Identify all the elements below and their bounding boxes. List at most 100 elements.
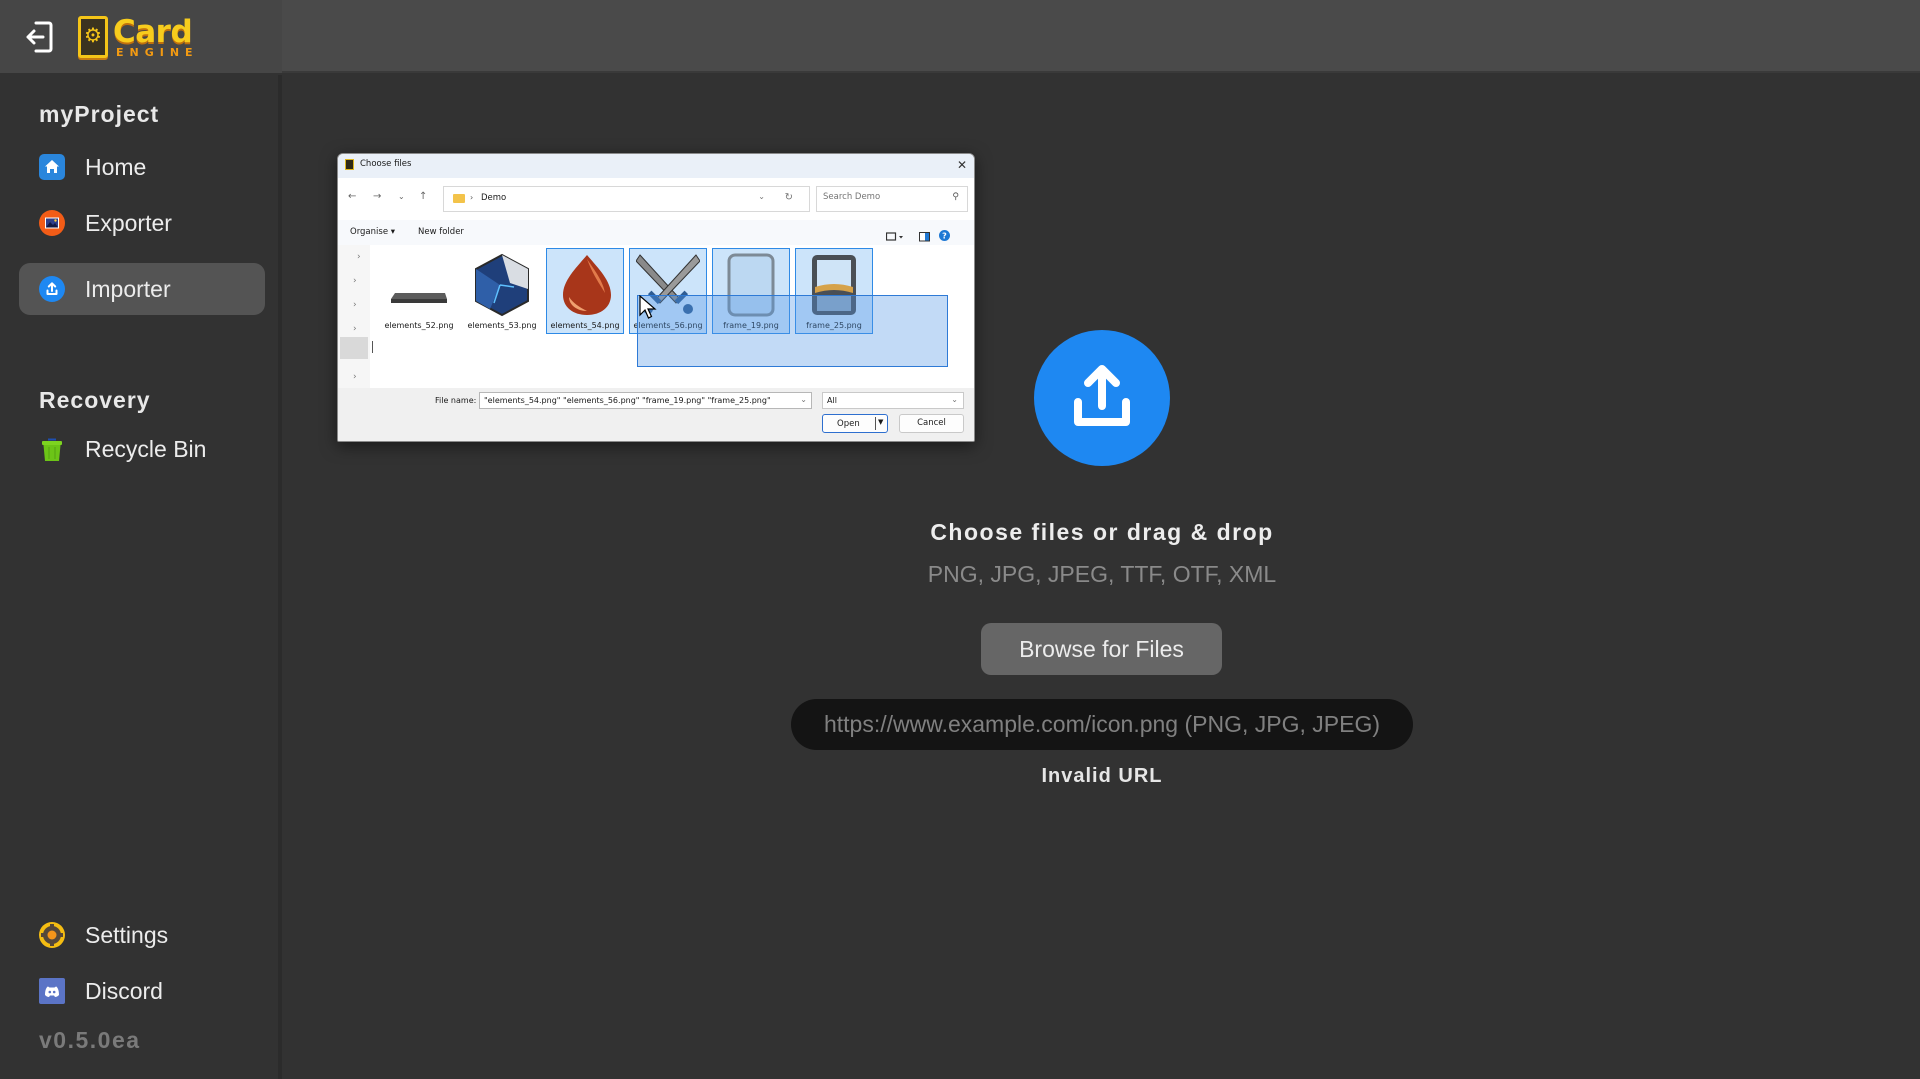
- upload-icon: [1074, 365, 1130, 426]
- up-arrow-icon[interactable]: ↑: [419, 191, 427, 202]
- sidebar-item-home[interactable]: Home: [19, 141, 265, 193]
- file-thumbnail: [727, 253, 775, 317]
- trash-icon: [39, 436, 65, 462]
- app-version: v0.5.0ea: [39, 1027, 141, 1053]
- project-title: myProject: [39, 101, 160, 127]
- file-name: elements_56.png: [633, 321, 703, 330]
- new-folder-button[interactable]: New folder: [418, 227, 464, 237]
- sidebar-item-exporter[interactable]: Exporter: [19, 197, 265, 249]
- help-icon[interactable]: ?: [939, 226, 950, 245]
- file-type-value: All: [827, 396, 837, 405]
- dialog-title: Choose files: [360, 159, 412, 169]
- file-thumbnail: [391, 293, 447, 303]
- app-icon: [345, 159, 354, 170]
- split-divider: [875, 417, 876, 430]
- file-item-selected[interactable]: elements_56.png: [629, 248, 707, 334]
- dialog-footer: File name: "elements_54.png" "elements_5…: [338, 388, 974, 441]
- sidebar-item-settings[interactable]: Settings: [19, 909, 265, 961]
- refresh-icon[interactable]: ↻: [785, 192, 793, 203]
- cancel-button[interactable]: Cancel: [899, 414, 964, 433]
- sidebar-item-label: Settings: [85, 921, 169, 948]
- file-type-select[interactable]: All ⌄: [822, 392, 964, 409]
- file-name-label: File name:: [435, 396, 477, 405]
- browse-files-button[interactable]: Browse for Files: [981, 623, 1222, 675]
- view-options-icon[interactable]: [885, 227, 906, 246]
- tree-expand-icon[interactable]: ›: [353, 276, 357, 286]
- sidebar-item-label: Importer: [85, 275, 171, 302]
- file-item-selected[interactable]: elements_54.png: [546, 248, 624, 334]
- back-arrow-icon[interactable]: ←: [348, 191, 356, 202]
- address-bar[interactable]: › Demo ⌄ ↻: [443, 186, 810, 212]
- gear-icon: [39, 922, 65, 948]
- sidebar-item-label: Exporter: [85, 209, 172, 236]
- app-logo: Card ENGINE: [78, 14, 199, 60]
- search-icon: ⚲: [952, 192, 959, 202]
- file-chooser-dialog: Choose files ✕ ← → ⌄ ↑ › Demo ⌄ ↻ ⚲ Orga…: [337, 153, 975, 442]
- sidebar-item-label: Discord: [85, 977, 163, 1004]
- navigation-pane: › › › › ›: [338, 245, 370, 388]
- breadcrumb-current-folder[interactable]: Demo: [481, 193, 506, 203]
- gear-card-icon: [78, 16, 108, 58]
- file-name: elements_54.png: [550, 321, 620, 330]
- pane-splitter[interactable]: [372, 341, 373, 353]
- upload-drop-button[interactable]: [1034, 330, 1170, 466]
- close-icon[interactable]: ✕: [954, 157, 970, 173]
- file-name: elements_53.png: [467, 321, 537, 330]
- chevron-down-icon[interactable]: ⌄: [800, 395, 807, 404]
- recent-chevron-icon[interactable]: ⌄: [398, 192, 405, 201]
- search-input[interactable]: [823, 192, 938, 202]
- sidebar-item-recycle-bin[interactable]: Recycle Bin: [19, 423, 265, 475]
- dialog-titlebar[interactable]: Choose files ✕: [338, 154, 974, 178]
- file-item-selected[interactable]: frame_25.png: [795, 248, 873, 334]
- file-item[interactable]: elements_52.png: [380, 248, 458, 334]
- tree-expand-icon[interactable]: ›: [357, 252, 361, 262]
- tree-expand-icon[interactable]: ›: [353, 300, 357, 310]
- upload-title: Choose files or drag & drop: [930, 519, 1274, 545]
- file-list: elements_52.png elements_53.png elements…: [380, 248, 970, 388]
- tree-expand-icon[interactable]: ›: [353, 372, 357, 382]
- search-box[interactable]: ⚲: [816, 186, 968, 212]
- supported-formats: PNG, JPG, JPEG, TTF, OTF, XML: [927, 561, 1277, 587]
- breadcrumb-separator-icon: ›: [470, 193, 474, 202]
- header-brand-area: Card ENGINE: [0, 0, 282, 73]
- image-icon: [39, 210, 65, 236]
- file-name-value: "elements_54.png" "elements_56.png" "fra…: [484, 396, 771, 405]
- url-error-message: Invalid URL: [1041, 765, 1163, 787]
- home-icon: [39, 154, 65, 180]
- file-name: frame_19.png: [723, 321, 779, 330]
- chevron-down-icon[interactable]: ⌄: [758, 192, 765, 201]
- upload-icon: [39, 276, 65, 302]
- organise-menu[interactable]: Organise ▾: [350, 227, 395, 237]
- sidebar-item-label: Recycle Bin: [85, 435, 207, 462]
- dialog-command-bar: Organise ▾ New folder ?: [338, 220, 974, 245]
- recovery-title: Recovery: [39, 387, 151, 413]
- exit-icon[interactable]: [24, 20, 54, 54]
- sidebar-item-label: Home: [85, 153, 147, 180]
- preview-pane-icon[interactable]: [919, 227, 930, 246]
- logo-title: Card: [113, 13, 193, 50]
- sidebar-item-importer[interactable]: Importer: [19, 263, 265, 315]
- file-name: frame_25.png: [806, 321, 862, 330]
- open-dropdown-icon[interactable]: ▼: [878, 418, 883, 426]
- discord-icon: [39, 978, 65, 1004]
- dialog-navbar: ← → ⌄ ↑ › Demo ⌄ ↻ ⚲: [338, 178, 974, 220]
- file-item-selected[interactable]: frame_19.png: [712, 248, 790, 334]
- organise-label: Organise: [350, 227, 389, 237]
- logo-subtitle: ENGINE: [116, 45, 199, 59]
- svg-text:?: ?: [942, 232, 947, 241]
- folder-icon: [453, 194, 465, 203]
- file-thumbnail: [475, 253, 529, 317]
- app-header: Card ENGINE: [0, 0, 1920, 73]
- open-button[interactable]: Open ▼: [822, 414, 888, 433]
- chevron-down-icon: ⌄: [951, 395, 958, 404]
- url-input[interactable]: [791, 699, 1413, 750]
- forward-arrow-icon[interactable]: →: [373, 191, 381, 202]
- tree-expand-icon[interactable]: ›: [353, 324, 357, 334]
- file-item[interactable]: elements_53.png: [463, 248, 541, 334]
- file-thumbnail: [812, 255, 856, 315]
- file-thumbnail: [636, 254, 700, 314]
- tree-item-selected[interactable]: [340, 337, 368, 359]
- dialog-body: › › › › › elements_52.png elements_53.pn…: [338, 245, 974, 388]
- sidebar-item-discord[interactable]: Discord: [19, 965, 265, 1017]
- file-name-input[interactable]: "elements_54.png" "elements_56.png" "fra…: [479, 392, 812, 409]
